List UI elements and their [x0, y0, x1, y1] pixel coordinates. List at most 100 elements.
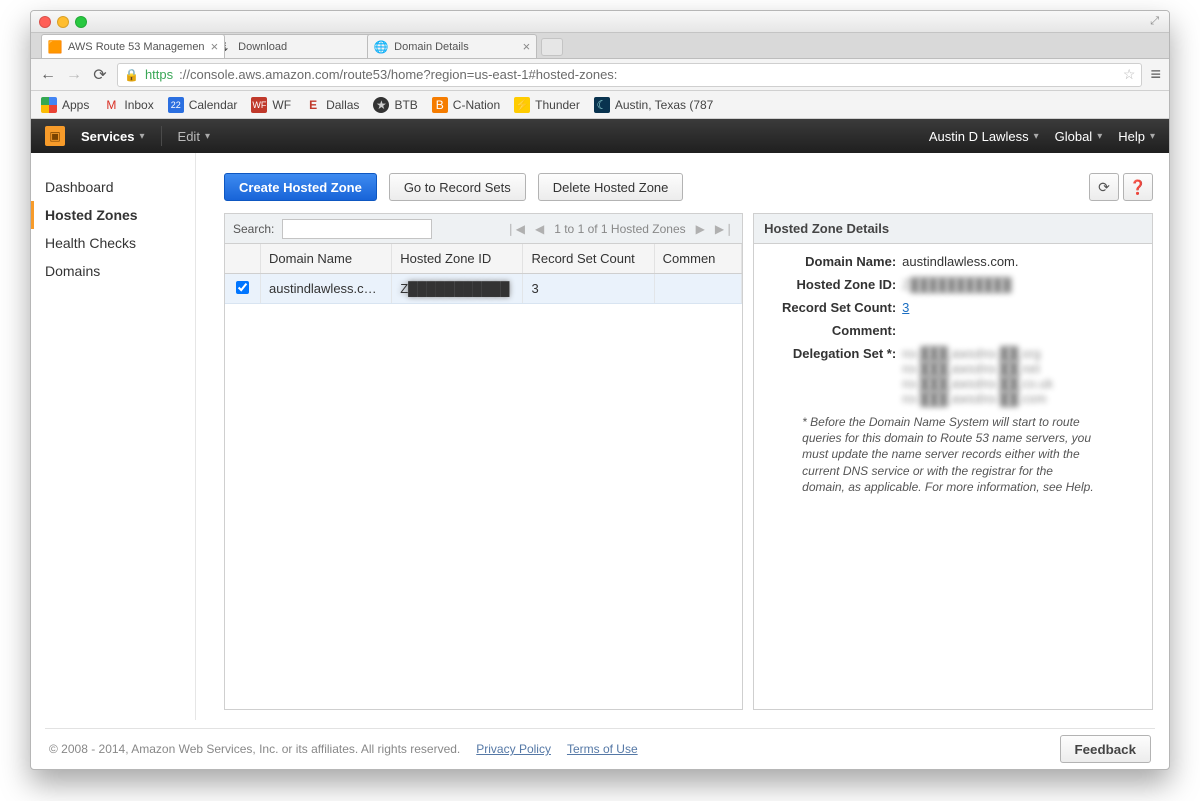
- sidebar-item-hosted-zones[interactable]: Hosted Zones: [31, 201, 195, 229]
- label-comment: Comment:: [768, 323, 896, 338]
- first-page-icon[interactable]: ❘◀: [506, 222, 525, 236]
- table-row[interactable]: austindlawless.com. Z███████████ 3: [225, 274, 742, 304]
- th-checkbox: [225, 244, 261, 273]
- edit-menu[interactable]: Edit▾: [178, 129, 210, 144]
- value-count-link[interactable]: 3: [902, 300, 909, 315]
- navbar: ← → ⟳ 🔒 https ://console.aws.amazon.com/…: [31, 59, 1169, 91]
- browser-tab[interactable]: 🟧 AWS Route 53 Managemen ×: [41, 34, 225, 58]
- new-tab-button[interactable]: [541, 38, 563, 56]
- value-domain: austindlawless.com.: [902, 254, 1138, 269]
- btb-bookmark[interactable]: ★ BTB: [373, 97, 417, 113]
- dallas-bookmark[interactable]: E Dallas: [305, 97, 359, 113]
- th-count[interactable]: Record Set Count: [523, 244, 654, 273]
- austin-bookmark[interactable]: ☾ Austin, Texas (787: [594, 97, 714, 113]
- delete-hosted-zone-button[interactable]: Delete Hosted Zone: [538, 173, 684, 201]
- cnation-bookmark[interactable]: B C-Nation: [432, 97, 500, 113]
- help-button[interactable]: ❓: [1123, 173, 1153, 201]
- cell-comment: [655, 274, 743, 303]
- bookmark-label: C-Nation: [453, 98, 500, 112]
- tab-title: Domain Details: [394, 41, 469, 53]
- help-menu[interactable]: Help▾: [1118, 129, 1155, 144]
- aws-favicon-icon: 🟧: [48, 40, 62, 54]
- edit-label: Edit: [178, 129, 200, 144]
- close-tab-icon[interactable]: ×: [211, 39, 219, 54]
- ns-entry: ns-███.awsdns-██.com: [902, 391, 1138, 406]
- footer-copyright: © 2008 - 2014, Amazon Web Services, Inc.…: [49, 742, 460, 756]
- bookmarks-bar: Apps M Inbox 22 Calendar WF WF E Dallas …: [31, 91, 1169, 119]
- calendar-bookmark[interactable]: 22 Calendar: [168, 97, 238, 113]
- cell-count: 3: [523, 274, 654, 303]
- browser-tab[interactable]: 🌐 Domain Details ×: [367, 34, 537, 58]
- back-icon[interactable]: ←: [39, 66, 57, 84]
- create-hosted-zone-button[interactable]: Create Hosted Zone: [224, 173, 377, 201]
- forward-icon[interactable]: →: [65, 66, 83, 84]
- minimize-window-icon[interactable]: [57, 16, 69, 28]
- sidebar-item-domains[interactable]: Domains: [31, 257, 195, 285]
- reload-icon[interactable]: ⟳: [91, 65, 109, 85]
- search-input[interactable]: [282, 219, 432, 239]
- prev-page-icon[interactable]: ◀: [535, 222, 544, 236]
- inbox-bookmark[interactable]: M Inbox: [103, 97, 153, 113]
- aws-logo-icon[interactable]: ▣: [45, 126, 65, 146]
- label-delegation: Delegation Set *:: [768, 346, 896, 406]
- ns-entry: ns-███.awsdns-██.net: [902, 361, 1138, 376]
- next-page-icon[interactable]: ▶: [696, 222, 705, 236]
- th-domain[interactable]: Domain Name: [261, 244, 392, 273]
- gmail-icon: M: [103, 97, 119, 113]
- th-comment[interactable]: Commen: [655, 244, 743, 273]
- url-input[interactable]: 🔒 https ://console.aws.amazon.com/route5…: [117, 63, 1142, 87]
- terms-link[interactable]: Terms of Use: [567, 742, 638, 756]
- apps-bookmark[interactable]: Apps: [41, 97, 89, 113]
- help-icon: ❓: [1129, 179, 1146, 196]
- account-menu[interactable]: Austin D Lawless▾: [929, 129, 1039, 144]
- value-comment: [902, 323, 1138, 338]
- feedback-button[interactable]: Feedback: [1060, 735, 1152, 763]
- wf-bookmark[interactable]: WF WF: [251, 97, 291, 113]
- account-label: Austin D Lawless: [929, 129, 1029, 144]
- bookmark-label: Dallas: [326, 98, 359, 112]
- resize-icon[interactable]: ⤢: [1150, 15, 1159, 28]
- browser-tab[interactable]: ⇣ Download ×: [211, 34, 381, 58]
- privacy-link[interactable]: Privacy Policy: [476, 742, 551, 756]
- table-panel: Search: ❘◀ ◀ 1 to 1 of 1 Hosted Zones ▶ …: [224, 213, 743, 710]
- region-menu[interactable]: Global▾: [1055, 129, 1103, 144]
- calendar-icon: 22: [168, 97, 184, 113]
- tab-title: AWS Route 53 Managemen: [68, 41, 205, 53]
- bookmark-star-icon[interactable]: ☆: [1123, 66, 1136, 83]
- url-path: ://console.aws.amazon.com/route53/home?r…: [179, 67, 617, 82]
- sidebar-item-health-checks[interactable]: Health Checks: [31, 229, 195, 257]
- page-body: Dashboard Hosted Zones Health Checks Dom…: [31, 153, 1169, 720]
- bookmark-label: BTB: [394, 98, 417, 112]
- tab-title: Download: [238, 41, 287, 53]
- thunder-bookmark[interactable]: ⚡ Thunder: [514, 97, 580, 113]
- refresh-button[interactable]: ⟳: [1089, 173, 1119, 201]
- btb-icon: ★: [373, 97, 389, 113]
- close-window-icon[interactable]: [39, 16, 51, 28]
- bookmark-label: Inbox: [124, 98, 153, 112]
- cell-zoneid: Z███████████: [392, 274, 523, 303]
- last-page-icon[interactable]: ▶❘: [715, 222, 734, 236]
- close-tab-icon[interactable]: ×: [523, 39, 531, 54]
- separator: [161, 126, 162, 146]
- table-body: austindlawless.com. Z███████████ 3: [225, 274, 742, 709]
- aws-topnav: ▣ Services▾ Edit▾ Austin D Lawless▾ Glob…: [31, 119, 1169, 153]
- services-menu[interactable]: Services▾: [81, 129, 145, 144]
- value-delegation: ns-███.awsdns-██.org ns-███.awsdns-██.ne…: [902, 346, 1138, 406]
- tabstrip: 🟧 AWS Route 53 Managemen × ⇣ Download × …: [31, 33, 1169, 59]
- delegation-note: * Before the Domain Name System will sta…: [768, 414, 1098, 495]
- titlebar: ⤢: [31, 11, 1169, 33]
- lock-icon: 🔒: [124, 68, 139, 82]
- sidebar-item-dashboard[interactable]: Dashboard: [31, 173, 195, 201]
- th-zoneid[interactable]: Hosted Zone ID: [392, 244, 523, 273]
- footer: © 2008 - 2014, Amazon Web Services, Inc.…: [31, 729, 1169, 769]
- content-row: Search: ❘◀ ◀ 1 to 1 of 1 Hosted Zones ▶ …: [224, 213, 1153, 710]
- pager-text: 1 to 1 of 1 Hosted Zones: [554, 222, 685, 236]
- label-zoneid: Hosted Zone ID:: [768, 277, 896, 292]
- zoom-window-icon[interactable]: [75, 16, 87, 28]
- cell-domain: austindlawless.com.: [261, 274, 392, 303]
- bookmark-label: Austin, Texas (787: [615, 98, 714, 112]
- go-to-record-sets-button[interactable]: Go to Record Sets: [389, 173, 526, 201]
- row-checkbox[interactable]: [236, 281, 249, 294]
- espn-icon: E: [305, 97, 321, 113]
- chrome-menu-icon[interactable]: ≡: [1150, 64, 1161, 85]
